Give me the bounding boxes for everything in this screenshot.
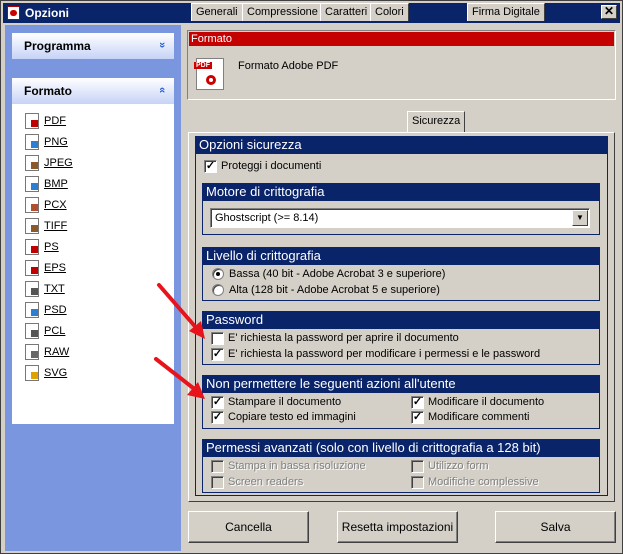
format-item-label: PSD — [44, 304, 67, 316]
programma-group-title: Programma — [24, 39, 91, 53]
complex-changes-label: Modifiche complessive — [428, 476, 539, 488]
format-item-label: PCL — [44, 325, 66, 337]
protect-documents-label: Proteggi i documenti — [221, 160, 322, 172]
pdf-document-icon: PDF — [194, 58, 224, 90]
save-button[interactable]: Salva — [495, 511, 616, 543]
pdf-tag: PDF — [194, 62, 212, 69]
svg-file-icon — [25, 365, 39, 381]
deny-print-label: Stampare il documento — [228, 396, 342, 408]
formato-group-header[interactable]: Formato « — [12, 78, 174, 104]
tab-sicurezza[interactable]: Sicurezza — [407, 111, 466, 132]
tab-generali[interactable]: Generali — [191, 3, 243, 21]
low-res-print-label: Stampa in bassa risoluzione — [228, 460, 366, 472]
level-header: Livello di crittografia — [202, 247, 600, 265]
raw-file-icon — [25, 344, 39, 360]
password-modify-checkbox[interactable]: ✓ — [211, 348, 224, 361]
chevron-down-icon[interactable]: » — [154, 38, 168, 52]
level-high-radio[interactable] — [212, 284, 224, 296]
psd-file-icon — [25, 302, 39, 318]
deny-modify-comments-checkbox[interactable]: ✓ — [411, 411, 424, 424]
protect-documents-checkbox[interactable]: ✓ — [204, 160, 217, 173]
tab-caratteri[interactable]: Caratteri — [320, 3, 373, 21]
level-low-label: Bassa (40 bit - Adobe Acrobat 3 e superi… — [229, 268, 446, 280]
format-item-label: PS — [44, 241, 59, 253]
format-item-label: TXT — [44, 283, 65, 295]
ps-file-icon — [25, 239, 39, 255]
deny-print-checkbox[interactable]: ✓ — [211, 396, 224, 409]
tab-colori[interactable]: Colori — [370, 3, 409, 21]
pcl-file-icon — [25, 323, 39, 339]
reset-settings-button[interactable]: Resetta impostazioni — [337, 511, 458, 543]
app-icon — [7, 6, 20, 20]
level-high-label: Alta (128 bit - Adobe Acrobat 5 e superi… — [229, 284, 440, 296]
acrobat-mark-icon — [206, 75, 216, 85]
form-use-checkbox — [411, 460, 424, 473]
format-item-label: EPS — [44, 262, 67, 274]
complex-changes-checkbox — [411, 476, 424, 489]
format-item-label: TIFF — [44, 220, 68, 232]
red-arrow-annotation — [157, 283, 205, 339]
format-item-label: JPEG — [44, 157, 73, 169]
options-window: Opzioni ✕ Programma » Formato « PDF PNG … — [0, 0, 623, 554]
jpeg-file-icon — [25, 155, 39, 171]
tab-firma-digitale[interactable]: Firma Digitale — [467, 3, 545, 21]
deny-actions-header: Non permettere le seguenti azioni all'ut… — [202, 375, 600, 393]
pcx-file-icon — [25, 197, 39, 213]
deny-copy-label: Copiare testo ed immagini — [228, 411, 356, 423]
screen-readers-checkbox — [211, 476, 224, 489]
window-title: Opzioni — [25, 6, 69, 20]
chevron-up-icon[interactable]: « — [154, 83, 168, 97]
deny-copy-checkbox[interactable]: ✓ — [211, 411, 224, 424]
engine-header: Motore di crittografia — [202, 183, 600, 201]
password-open-label: E' richiesta la password per aprire il d… — [228, 332, 459, 344]
pdf-file-icon — [25, 113, 39, 129]
password-open-checkbox[interactable] — [211, 332, 224, 345]
tiff-file-icon — [25, 218, 39, 234]
close-button[interactable]: ✕ — [601, 5, 617, 19]
eps-file-icon — [25, 260, 39, 276]
format-item-label: RAW — [44, 346, 70, 358]
deny-modify-document-checkbox[interactable]: ✓ — [411, 396, 424, 409]
password-header: Password — [202, 311, 600, 329]
format-header-bar: Formato — [189, 32, 614, 46]
deny-modify-comments-label: Modificare commenti — [428, 411, 530, 423]
level-low-radio[interactable] — [212, 268, 224, 280]
form-use-label: Utilizzo form — [428, 460, 489, 472]
password-modify-label: E' richiesta la password per modificare … — [228, 348, 541, 360]
engine-combobox-value: Ghostscript (>= 8.14) — [215, 212, 319, 224]
format-item-label: BMP — [44, 178, 68, 190]
cancel-button[interactable]: Cancella — [188, 511, 309, 543]
chevron-down-icon[interactable]: ▼ — [572, 210, 588, 226]
low-res-print-checkbox — [211, 460, 224, 473]
format-item-label: PDF — [44, 115, 66, 127]
formato-list: PDF PNG JPEG BMP PCX TIFF PS EPS TXT PSD… — [12, 104, 174, 424]
formato-group-title: Formato — [24, 84, 72, 98]
engine-combobox[interactable]: Ghostscript (>= 8.14) ▼ — [210, 208, 590, 228]
programma-group-header[interactable]: Programma » — [12, 33, 174, 59]
advanced-permissions-header: Permessi avanzati (solo con livello di c… — [202, 439, 600, 457]
red-arrow-annotation — [154, 357, 205, 399]
tab-compressione[interactable]: Compressione — [242, 3, 323, 21]
png-file-icon — [25, 134, 39, 150]
security-options-header: Opzioni sicurezza — [195, 136, 608, 154]
format-header-panel: Formato PDF Formato Adobe PDF — [187, 30, 616, 100]
screen-readers-label: Screen readers — [228, 476, 304, 488]
format-item-label: SVG — [44, 367, 68, 379]
deny-modify-document-label: Modificare il documento — [428, 396, 545, 408]
format-item-label: PCX — [44, 199, 67, 211]
format-item-label: PNG — [44, 136, 68, 148]
txt-file-icon — [25, 281, 39, 297]
bmp-file-icon — [25, 176, 39, 192]
format-name: Formato Adobe PDF — [238, 60, 339, 72]
